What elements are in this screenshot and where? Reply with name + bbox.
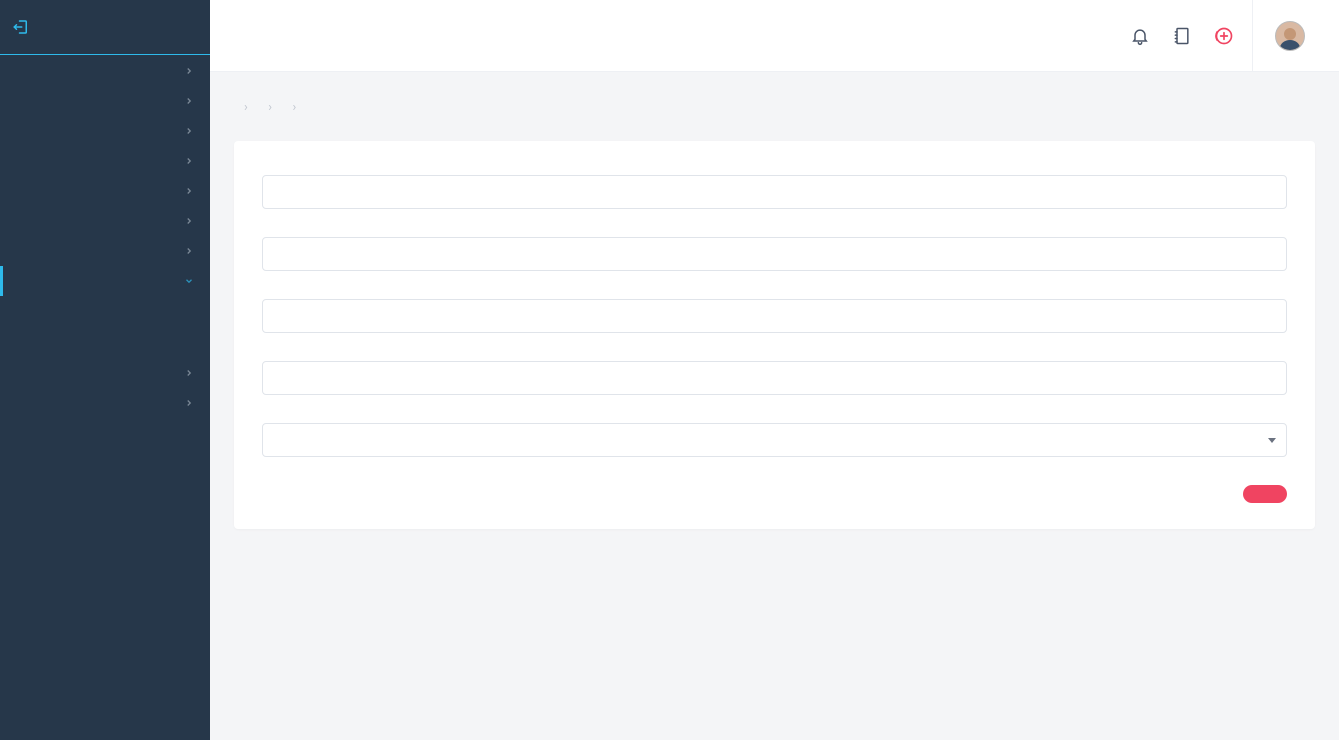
- chevron-right-icon: [184, 216, 194, 226]
- breadcrumb: › › ›: [234, 100, 1315, 115]
- notebook-icon: [1172, 26, 1192, 46]
- chevron-right-icon: ›: [244, 100, 248, 115]
- username-input[interactable]: [262, 299, 1287, 333]
- password-input[interactable]: [262, 361, 1287, 395]
- chevron-right-icon: ›: [293, 100, 297, 115]
- chevron-right-icon: [184, 156, 194, 166]
- sidebar-item-tickets[interactable]: [0, 358, 210, 388]
- chevron-right-icon: [184, 66, 194, 76]
- user-menu[interactable]: [1252, 0, 1315, 72]
- sidebar-item-payment-methods[interactable]: [0, 236, 210, 266]
- chevron-right-icon: [184, 186, 194, 196]
- field-username: [262, 299, 1287, 333]
- content: › › ›: [210, 72, 1339, 553]
- chevron-down-icon: [184, 276, 194, 286]
- sidebar: [0, 0, 210, 740]
- field-encryption: [262, 423, 1287, 457]
- sidebar-item-milestones[interactable]: [0, 116, 210, 146]
- save-button[interactable]: [1243, 485, 1287, 503]
- field-smtp-port: [262, 237, 1287, 271]
- notifications-button[interactable]: [1130, 26, 1150, 46]
- chevron-right-icon: ›: [268, 100, 272, 115]
- caret-down-icon: [1268, 438, 1276, 443]
- smtp-port-input[interactable]: [262, 237, 1287, 271]
- avatar: [1275, 21, 1305, 51]
- sidebar-subitem-general-settings[interactable]: [0, 296, 210, 310]
- topbar: [210, 0, 1339, 72]
- chevron-right-icon: [184, 126, 194, 136]
- sidebar-item-other[interactable]: [0, 388, 210, 418]
- chevron-right-icon: [184, 398, 194, 408]
- plus-circle-icon: [1214, 26, 1234, 46]
- sidebar-item-projects[interactable]: [0, 55, 210, 86]
- notes-button[interactable]: [1172, 26, 1192, 46]
- sidebar-item-email[interactable]: [0, 266, 210, 296]
- chevron-right-icon: [184, 96, 194, 106]
- field-password: [262, 361, 1287, 395]
- sidebar-item-sales[interactable]: [0, 176, 210, 206]
- chevron-right-icon: [184, 368, 194, 378]
- bell-icon: [1130, 26, 1150, 46]
- sidebar-item-tasks[interactable]: [0, 146, 210, 176]
- sidebar-subitem-smtp-settings[interactable]: [0, 324, 210, 338]
- sidebar-item-leads[interactable]: [0, 86, 210, 116]
- chevron-right-icon: [184, 246, 194, 256]
- form-actions: [262, 485, 1287, 503]
- exit-icon: [12, 18, 30, 36]
- smtp-host-input[interactable]: [262, 175, 1287, 209]
- sidebar-item-tags[interactable]: [0, 206, 210, 236]
- sidebar-item-user-roles[interactable]: [0, 338, 210, 358]
- sidebar-subitem-email-templates[interactable]: [0, 310, 210, 324]
- field-smtp-host: [262, 175, 1287, 209]
- exit-settings-link[interactable]: [0, 0, 210, 55]
- main-area: › › ›: [210, 0, 1339, 740]
- settings-card: [234, 141, 1315, 529]
- encryption-select[interactable]: [262, 423, 1287, 457]
- add-button[interactable]: [1214, 26, 1234, 46]
